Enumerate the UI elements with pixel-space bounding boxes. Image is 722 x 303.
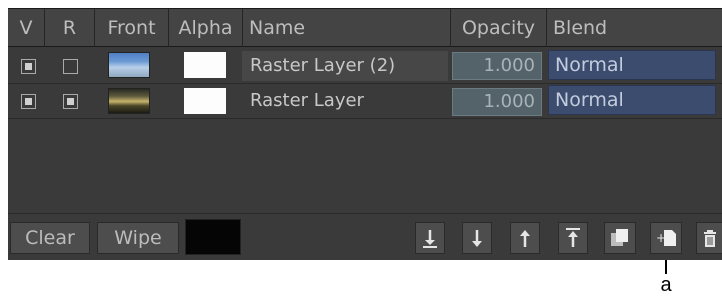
layer-name[interactable]: Raster Layer [250, 84, 364, 118]
row-divider [8, 118, 722, 119]
header-name: Name [242, 9, 450, 47]
move-to-bottom-icon[interactable] [415, 222, 445, 254]
front-thumbnail[interactable] [108, 52, 150, 78]
header-front: Front [94, 9, 168, 47]
opacity-field[interactable]: 1.000 [452, 52, 542, 80]
render-checkbox[interactable] [63, 59, 78, 74]
header-blend: Blend [546, 9, 722, 47]
move-up-icon[interactable] [510, 222, 540, 254]
layer-row[interactable]: Raster Layer (2) 1.000 Normal [8, 49, 722, 83]
delete-layer-icon[interactable] [696, 222, 722, 254]
clear-button[interactable]: Clear [10, 222, 90, 254]
callout-label: a [660, 274, 672, 296]
layer-editor-panel: V R Front Alpha Name Opacity Blend Raste… [8, 8, 722, 260]
layer-row[interactable]: Raster Layer 1.000 Normal [8, 84, 722, 118]
color-swatch[interactable] [185, 219, 241, 255]
render-checkbox[interactable] [63, 94, 78, 109]
callout-leader-line [665, 260, 667, 274]
layer-table-header: V R Front Alpha Name Opacity Blend [8, 9, 722, 47]
wipe-button[interactable]: Wipe [97, 222, 179, 254]
visible-checkbox[interactable] [21, 59, 36, 74]
duplicate-layer-icon[interactable] [604, 222, 636, 254]
opacity-field[interactable]: 1.000 [452, 88, 542, 116]
blend-mode-select[interactable]: Normal [548, 85, 716, 115]
layer-toolbar: Clear Wipe + [8, 213, 722, 262]
header-opacity: Opacity [450, 9, 546, 47]
visible-checkbox[interactable] [21, 94, 36, 109]
blend-mode-select[interactable]: Normal [548, 50, 716, 80]
layer-name[interactable]: Raster Layer (2) [250, 49, 395, 83]
header-render: R [44, 9, 94, 47]
front-thumbnail[interactable] [108, 88, 150, 114]
alpha-thumbnail[interactable] [184, 52, 226, 78]
header-alpha: Alpha [168, 9, 242, 47]
move-down-icon[interactable] [462, 222, 492, 254]
add-layer-icon[interactable]: + [650, 222, 682, 254]
alpha-thumbnail[interactable] [184, 88, 226, 114]
move-to-top-icon[interactable] [558, 222, 588, 254]
header-visible: V [19, 17, 33, 39]
